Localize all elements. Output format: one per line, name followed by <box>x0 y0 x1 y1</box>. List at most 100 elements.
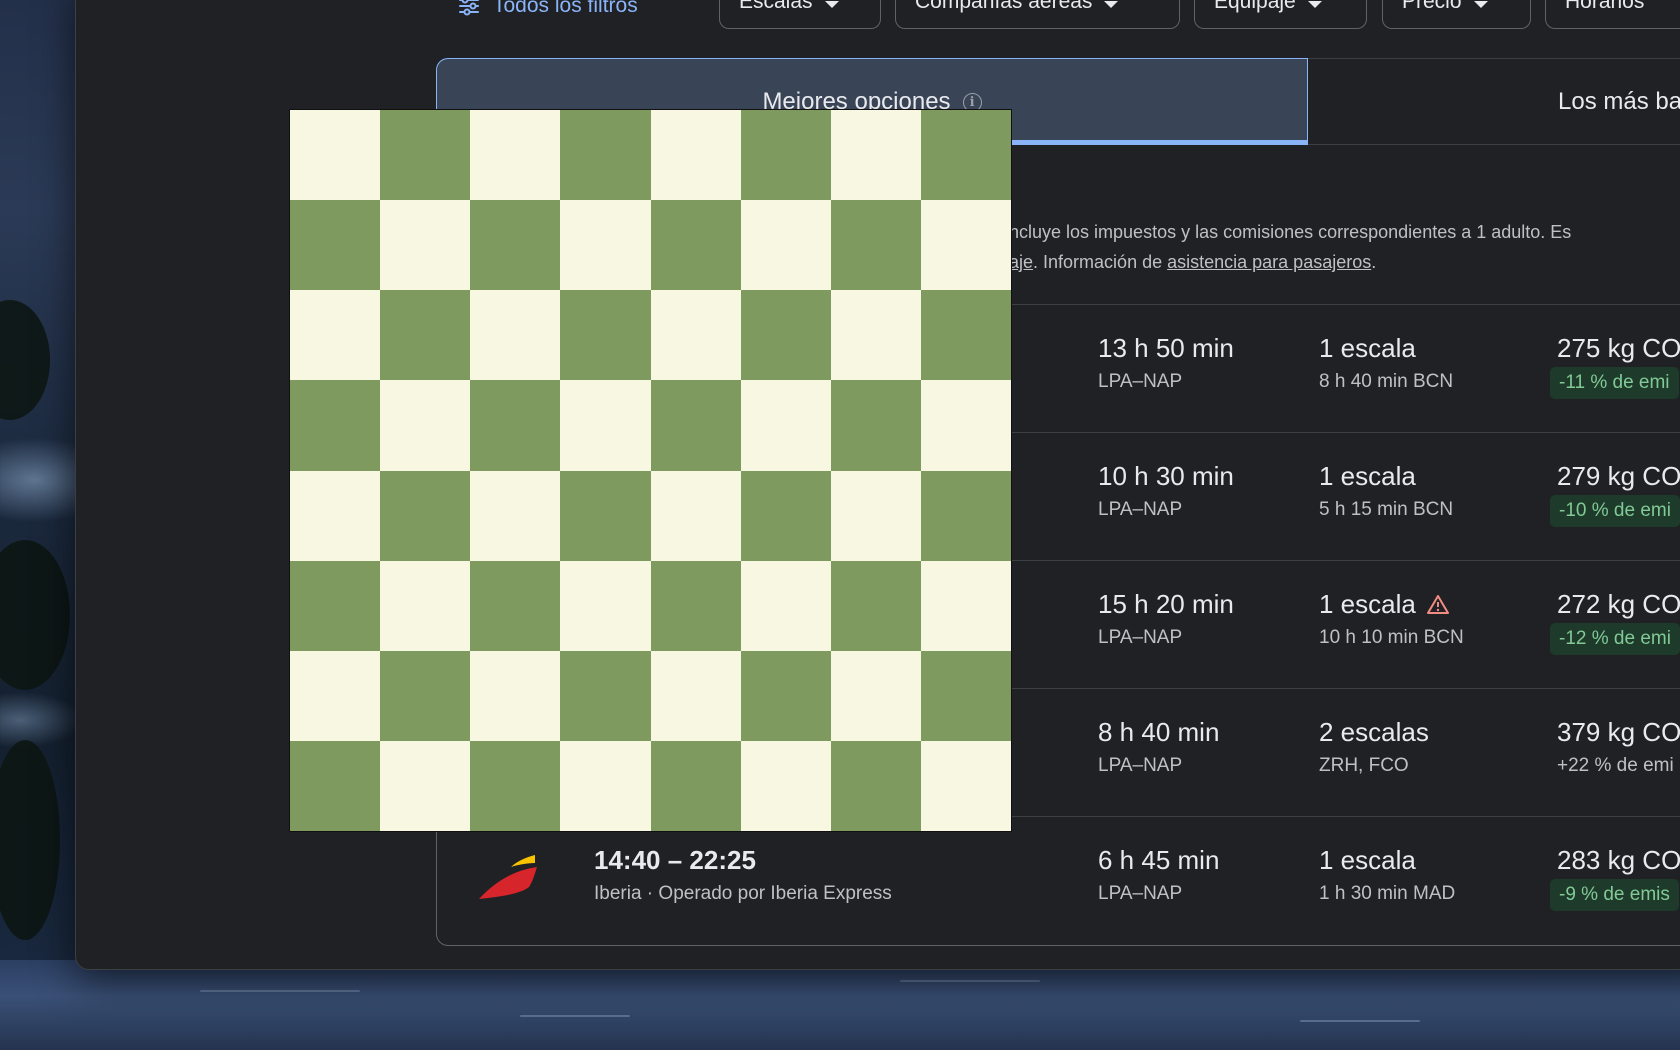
chess-square[interactable] <box>380 560 471 651</box>
chess-square[interactable] <box>740 110 831 201</box>
chess-square[interactable] <box>740 200 831 291</box>
chess-square[interactable] <box>560 200 651 291</box>
chess-square[interactable] <box>920 290 1011 381</box>
chess-square[interactable] <box>380 290 471 381</box>
chess-square[interactable] <box>560 650 651 741</box>
chevron-down-icon <box>1473 1 1488 8</box>
chess-square[interactable] <box>470 470 561 561</box>
chess-square[interactable] <box>740 290 831 381</box>
wallpaper-tree <box>0 740 60 940</box>
chess-square[interactable] <box>470 380 561 471</box>
chess-square[interactable] <box>560 560 651 651</box>
chess-square[interactable] <box>650 110 741 201</box>
chess-square[interactable] <box>830 380 921 471</box>
chess-square[interactable] <box>560 740 651 831</box>
flight-layover: 1 h 30 min MAD <box>1319 883 1456 904</box>
tab-label: Los más ba <box>1558 87 1680 115</box>
flight-co2: 275 kg CO <box>1557 333 1680 363</box>
filter-chip-baggage[interactable]: Equipaje <box>1194 0 1367 29</box>
chess-square[interactable] <box>560 380 651 471</box>
chess-square[interactable] <box>920 380 1011 471</box>
chess-square[interactable] <box>650 650 741 741</box>
chess-square[interactable] <box>740 470 831 561</box>
chess-square[interactable] <box>290 110 381 201</box>
chess-square[interactable] <box>920 740 1011 831</box>
chess-square[interactable] <box>290 470 381 561</box>
chip-label: Equipaje <box>1214 0 1296 13</box>
stops-label: 1 escala <box>1319 333 1416 363</box>
filter-bar: Todos los filtros Escalas Compañías aére… <box>76 0 1680 29</box>
chess-square[interactable] <box>650 470 741 561</box>
chess-square[interactable] <box>740 380 831 471</box>
chess-square[interactable] <box>650 290 741 381</box>
baggage-link[interactable]: aje <box>1009 252 1033 272</box>
filter-chip-price[interactable]: Precio <box>1382 0 1531 29</box>
chess-square[interactable] <box>470 110 561 201</box>
warning-icon <box>1426 593 1450 617</box>
chess-square[interactable] <box>290 740 381 831</box>
chess-square[interactable] <box>830 290 921 381</box>
tab-cheapest[interactable]: Los más ba <box>1308 58 1680 145</box>
chip-label: Compañías aéreas <box>915 0 1093 13</box>
chess-square[interactable] <box>920 200 1011 291</box>
chess-square[interactable] <box>560 110 651 201</box>
chess-square[interactable] <box>290 380 381 471</box>
flight-stops: 2 escalas <box>1319 717 1429 748</box>
chess-square[interactable] <box>380 470 471 561</box>
chess-square[interactable] <box>470 740 561 831</box>
chess-square[interactable] <box>830 740 921 831</box>
chess-square[interactable] <box>920 110 1011 201</box>
chess-square[interactable] <box>920 560 1011 651</box>
chess-square[interactable] <box>740 650 831 741</box>
chess-square[interactable] <box>470 560 561 651</box>
iberia-logo-icon <box>477 853 539 903</box>
chess-square[interactable] <box>290 290 381 381</box>
flight-duration: 8 h 40 min <box>1098 717 1220 747</box>
chess-square[interactable] <box>380 200 471 291</box>
chess-square[interactable] <box>470 290 561 381</box>
chess-square[interactable] <box>470 650 561 741</box>
chess-square[interactable] <box>560 290 651 381</box>
chess-square[interactable] <box>290 200 381 291</box>
emissions-badge: -12 % de emi <box>1550 623 1680 655</box>
flight-route: LPA–NAP <box>1098 499 1183 520</box>
chess-square[interactable] <box>380 380 471 471</box>
chess-square[interactable] <box>830 560 921 651</box>
chess-square[interactable] <box>290 560 381 651</box>
chess-square[interactable] <box>380 650 471 741</box>
chip-label: Horarios <box>1565 0 1645 13</box>
chess-square[interactable] <box>470 200 561 291</box>
passenger-assistance-link[interactable]: asistencia para pasajeros <box>1167 252 1371 272</box>
chess-square[interactable] <box>830 110 921 201</box>
chess-square[interactable] <box>740 560 831 651</box>
chess-square[interactable] <box>650 200 741 291</box>
filter-chip-times[interactable]: Horarios <box>1545 0 1680 29</box>
flight-co2: 379 kg CO <box>1557 717 1680 747</box>
stops-label: 2 escalas <box>1319 717 1429 747</box>
chess-square[interactable] <box>830 650 921 741</box>
chess-square[interactable] <box>830 470 921 561</box>
filter-chip-airlines[interactable]: Compañías aéreas <box>895 0 1180 29</box>
chess-square[interactable] <box>650 380 741 471</box>
chess-square[interactable] <box>380 110 471 201</box>
flight-result-row[interactable]: 14:40 – 22:25 Iberia · Operado por Iberi… <box>437 817 1680 945</box>
chess-square[interactable] <box>290 650 381 741</box>
chess-square[interactable] <box>560 470 651 561</box>
chess-square[interactable] <box>830 200 921 291</box>
chessboard-overlay[interactable] <box>289 109 1012 832</box>
chess-square[interactable] <box>650 560 741 651</box>
chess-square[interactable] <box>650 740 741 831</box>
chess-square[interactable] <box>920 650 1011 741</box>
chess-square[interactable] <box>740 740 831 831</box>
filter-chip-stops[interactable]: Escalas <box>719 0 881 29</box>
flight-layover: 8 h 40 min BCN <box>1319 371 1454 392</box>
all-filters-button[interactable]: Todos los filtros <box>457 0 638 19</box>
filter-sliders-icon <box>459 0 479 16</box>
flight-duration: 15 h 20 min <box>1098 589 1234 619</box>
flight-duration: 6 h 45 min <box>1098 845 1220 875</box>
flight-route: LPA–NAP <box>1098 883 1183 904</box>
chess-square[interactable] <box>380 740 471 831</box>
wallpaper-tree <box>0 300 50 420</box>
flight-co2: 283 kg CO <box>1557 845 1680 875</box>
chess-square[interactable] <box>920 470 1011 561</box>
